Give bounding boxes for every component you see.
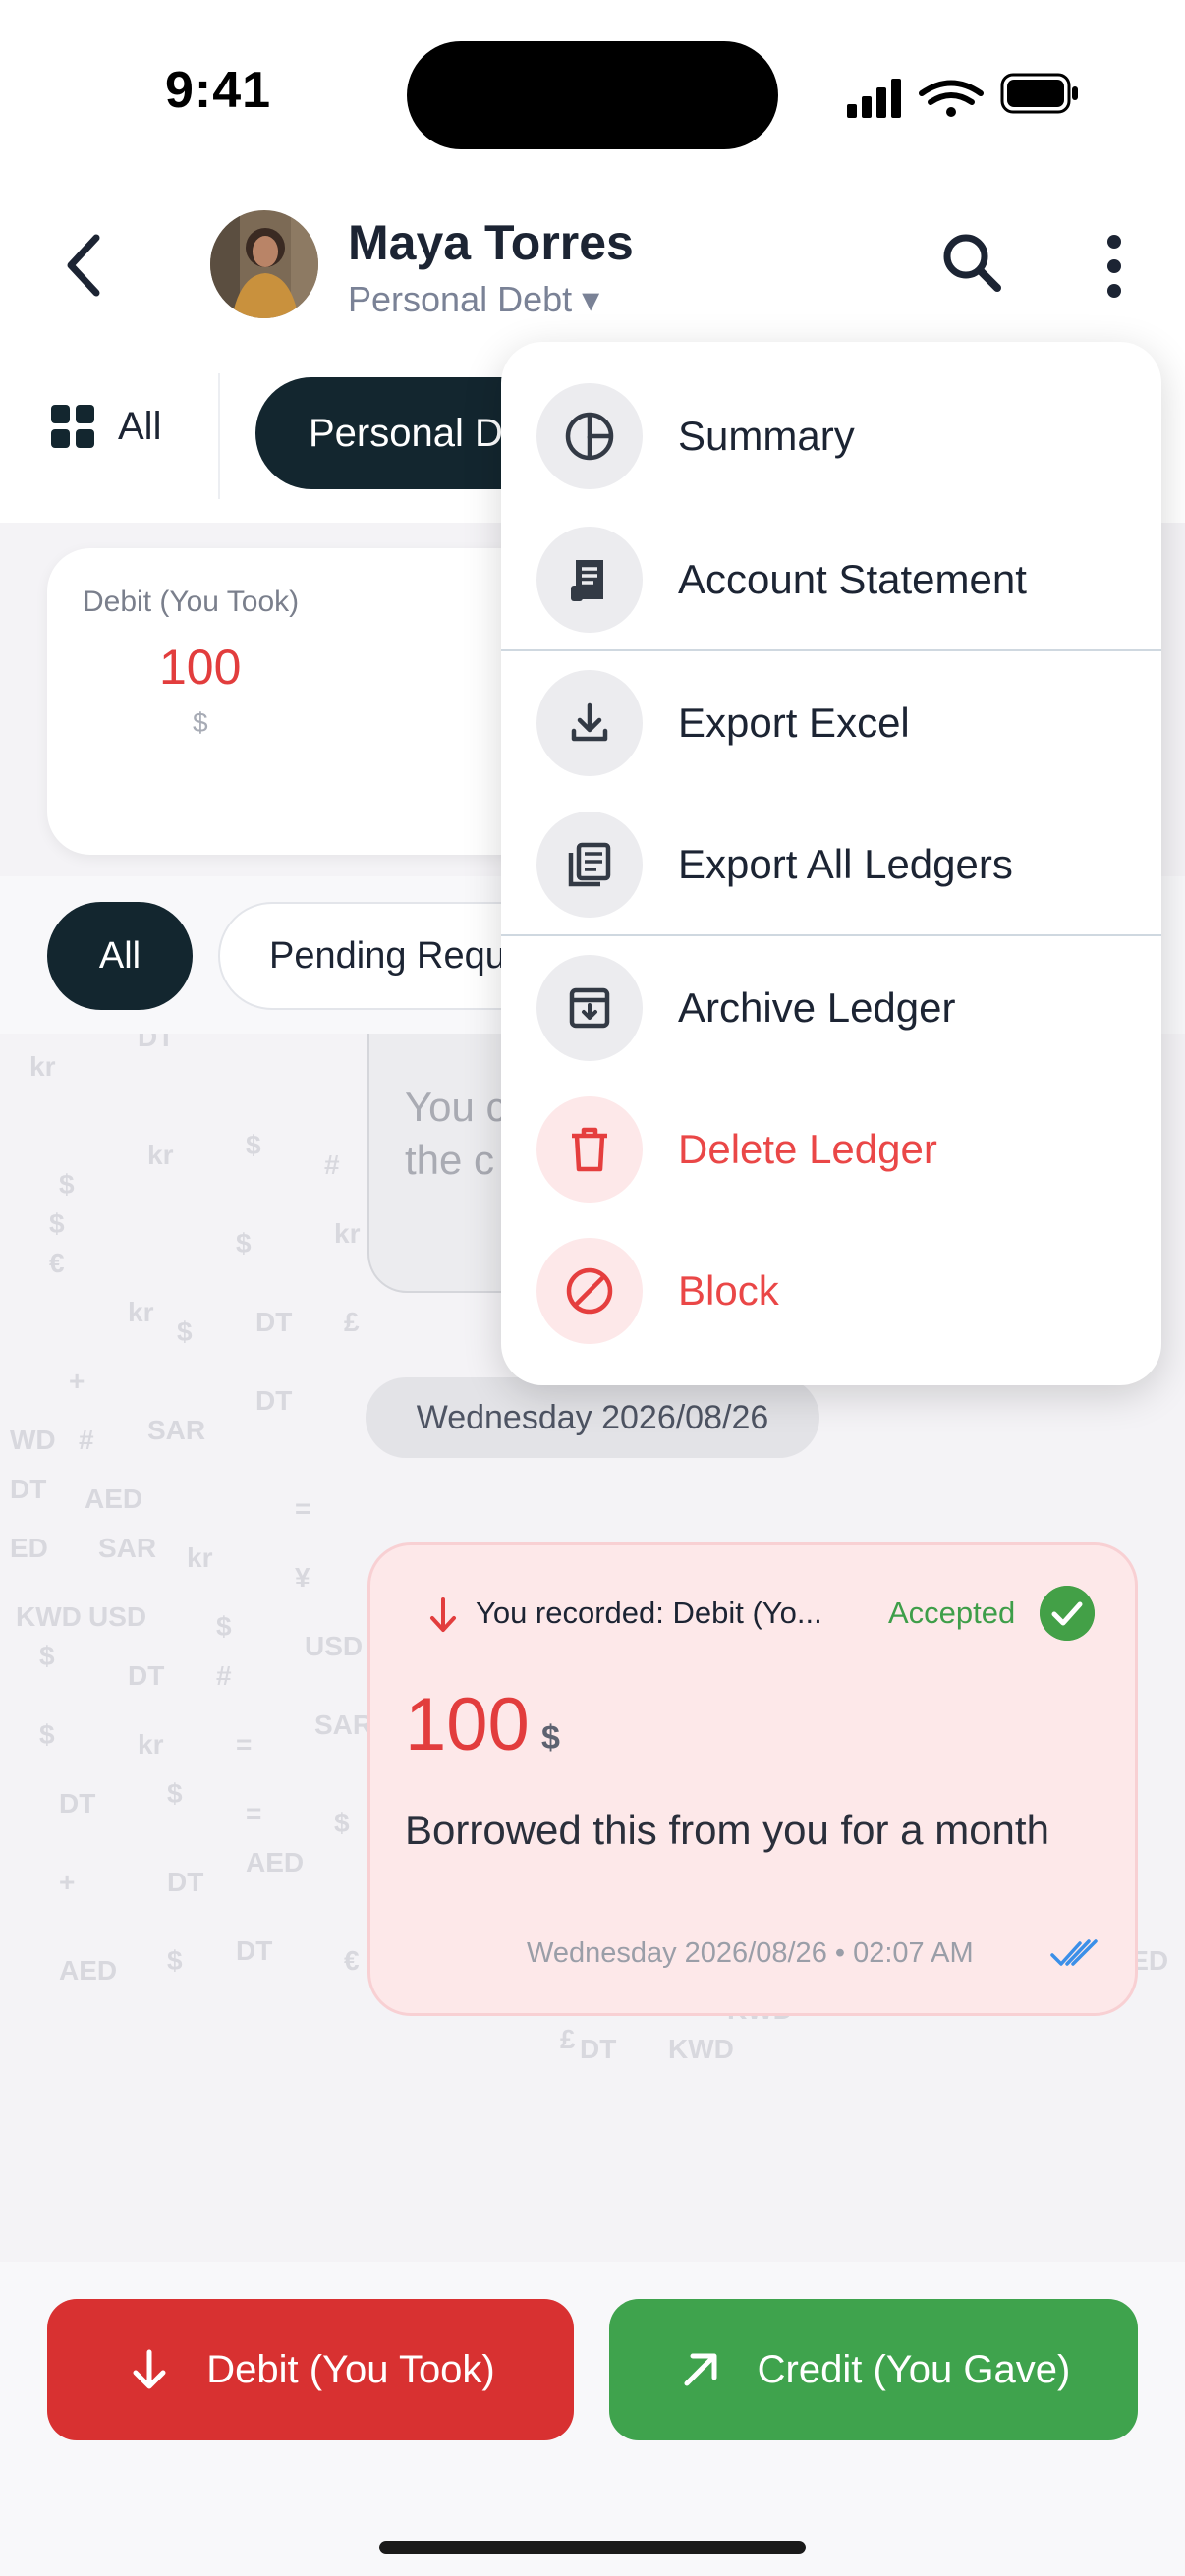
debit-summary-label: Debit (You Took) bbox=[83, 586, 300, 618]
grid-icon bbox=[51, 405, 94, 448]
tab-all-label: All bbox=[118, 404, 162, 448]
tab-divider bbox=[218, 373, 220, 499]
transaction-timestamp: Wednesday 2026/08/26 • 02:07 AM bbox=[527, 1937, 974, 1969]
debit-arrow-icon bbox=[430, 1597, 456, 1632]
menu-label-export-all-ledgers: Export All Ledgers bbox=[678, 841, 1013, 887]
archive-icon bbox=[536, 955, 643, 1061]
transaction-currency: $ bbox=[541, 1719, 560, 1757]
debit-button[interactable]: Debit (You Took) bbox=[47, 2299, 574, 2440]
home-indicator bbox=[379, 2541, 806, 2554]
cellular-signal-icon bbox=[847, 79, 901, 118]
status-time: 9:41 bbox=[165, 62, 272, 119]
credit-button-label: Credit (You Gave) bbox=[757, 2347, 1071, 2391]
menu-divider bbox=[501, 649, 1161, 651]
menu-label-account-statement: Account Statement bbox=[678, 556, 1027, 602]
menu-label-delete-ledger: Delete Ledger bbox=[678, 1126, 937, 1172]
contact-name[interactable]: Maya Torres bbox=[348, 214, 634, 271]
menu-divider bbox=[501, 934, 1161, 936]
transaction-amount: 100 bbox=[405, 1683, 530, 1766]
ledgers-icon bbox=[536, 812, 643, 918]
debit-button-label: Debit (You Took) bbox=[206, 2347, 495, 2391]
menu-label-export-excel: Export Excel bbox=[678, 700, 910, 746]
wifi-icon bbox=[919, 80, 984, 105]
block-icon bbox=[536, 1238, 643, 1344]
menu-item-export-excel[interactable]: Export Excel bbox=[501, 652, 1161, 794]
receipt-icon bbox=[536, 527, 643, 633]
date-separator: Wednesday 2026/08/26 bbox=[366, 1377, 819, 1458]
debit-summary-currency: $ bbox=[193, 707, 208, 738]
more-options-icon[interactable] bbox=[1099, 232, 1130, 301]
dynamic-island bbox=[407, 41, 778, 149]
menu-item-block[interactable]: Block bbox=[501, 1220, 1161, 1362]
menu-item-summary[interactable]: Summary bbox=[501, 365, 1161, 507]
search-icon[interactable] bbox=[938, 229, 1005, 296]
download-icon bbox=[536, 670, 643, 776]
menu-item-account-statement[interactable]: Account Statement bbox=[501, 509, 1161, 650]
avatar[interactable] bbox=[210, 210, 318, 318]
menu-item-archive-ledger[interactable]: Archive Ledger bbox=[501, 937, 1161, 1079]
pie-chart-icon bbox=[536, 383, 643, 489]
credit-button[interactable]: Credit (You Gave) bbox=[609, 2299, 1138, 2440]
battery-icon bbox=[1000, 73, 1078, 114]
accepted-check-icon bbox=[1040, 1586, 1095, 1641]
filter-chip-all[interactable]: All bbox=[47, 902, 193, 1010]
transaction-note: Borrowed this from you for a month bbox=[405, 1807, 1049, 1853]
transaction-title: You recorded: Debit (Yo... bbox=[476, 1596, 822, 1630]
menu-label-block: Block bbox=[678, 1267, 779, 1314]
menu-label-archive-ledger: Archive Ledger bbox=[678, 984, 956, 1031]
menu-item-delete-ledger[interactable]: Delete Ledger bbox=[501, 1079, 1161, 1220]
previous-message-text: You c the c bbox=[405, 1084, 507, 1183]
back-arrow-icon[interactable] bbox=[57, 226, 116, 305]
status-badge: Accepted bbox=[888, 1596, 1016, 1630]
menu-item-export-all-ledgers[interactable]: Export All Ledgers bbox=[501, 794, 1161, 935]
menu-label-summary: Summary bbox=[678, 413, 855, 459]
trash-icon bbox=[536, 1096, 643, 1203]
arrow-down-icon bbox=[133, 2349, 166, 2389]
ledger-type-dropdown[interactable]: Personal Debt ▾ bbox=[348, 279, 599, 320]
tab-all[interactable]: All bbox=[49, 403, 161, 450]
arrow-up-right-icon bbox=[684, 2353, 717, 2386]
read-receipt-icon bbox=[1050, 1939, 1098, 1966]
debit-summary-value: 100 bbox=[159, 640, 242, 695]
status-icons bbox=[847, 79, 984, 118]
